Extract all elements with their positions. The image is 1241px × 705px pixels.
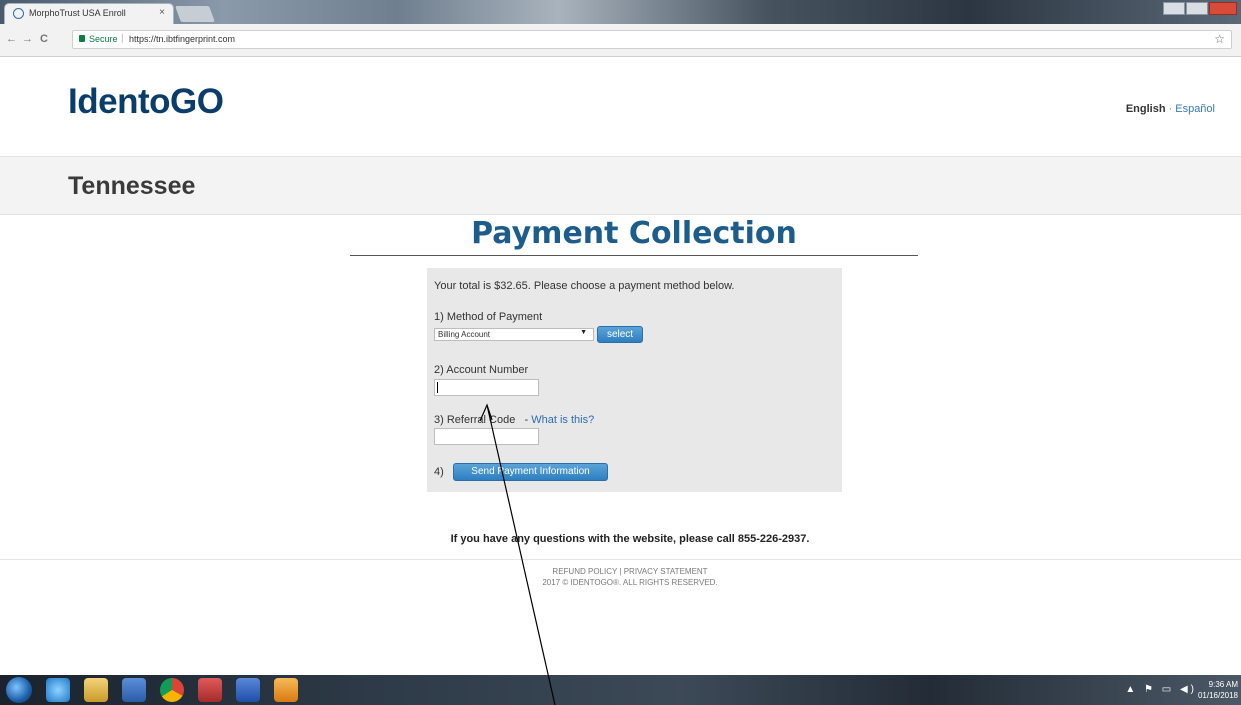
minimize-button[interactable]	[1163, 2, 1185, 15]
send-payment-button[interactable]: Send Payment Information	[453, 463, 608, 481]
select-button[interactable]: select	[597, 326, 643, 343]
internet-explorer-icon[interactable]	[46, 678, 70, 702]
browser-tab[interactable]: MorphoTrust USA Enroll ×	[4, 3, 174, 24]
language-switcher: English · Español	[1126, 103, 1215, 115]
account-number-label: 2) Account Number	[434, 364, 529, 376]
text-caret	[437, 382, 438, 393]
identogo-logo[interactable]: IdentoGO	[68, 82, 224, 122]
windows-taskbar: ▲ ⚑ ▭ ◀) 9:36 AM 01/16/2018	[0, 675, 1241, 705]
chevron-down-icon: ▼	[580, 329, 587, 336]
window-close-button[interactable]	[1209, 2, 1237, 15]
media-player-icon[interactable]	[122, 678, 146, 702]
tab-close-button[interactable]: ×	[159, 7, 165, 18]
window-controls	[1163, 2, 1237, 15]
access-app-icon[interactable]	[198, 678, 222, 702]
referral-code-text: 3) Referral Code	[434, 414, 516, 426]
clock-date: 01/16/2018	[1197, 691, 1238, 700]
state-banner: Tennessee	[0, 156, 1241, 215]
url-input[interactable]: Secure | https://tn.ibtfingerprint.com ☆	[72, 30, 1232, 49]
payment-method-select[interactable]: Billing Account ▼	[434, 328, 594, 341]
what-is-this-link[interactable]: What is this?	[531, 414, 594, 426]
new-tab-button[interactable]	[175, 6, 215, 22]
help-text: If you have any questions with the websi…	[450, 533, 810, 545]
lang-english-link[interactable]: English	[1126, 103, 1166, 115]
forward-button[interactable]: →	[22, 33, 33, 45]
footer-links[interactable]: REFUND POLICY | PRIVACY STATEMENT	[0, 567, 1241, 576]
title-divider	[350, 255, 918, 256]
browser-title-bar: MorphoTrust USA Enroll ×	[0, 0, 1241, 24]
footer-divider	[0, 559, 1241, 560]
payment-form: Your total is $32.65. Please choose a pa…	[427, 268, 842, 492]
referral-dash: -	[524, 414, 529, 426]
step4-label: 4)	[434, 466, 444, 478]
referral-code-label: 3) Referral Code - What is this?	[434, 414, 594, 426]
url-text: https://tn.ibtfingerprint.com	[129, 34, 236, 44]
clock-time: 9:36 AM	[1208, 680, 1238, 689]
total-text: Your total is $32.65. Please choose a pa…	[434, 280, 735, 292]
method-label: 1) Method of Payment	[434, 311, 543, 323]
state-name: Tennessee	[68, 172, 196, 200]
chrome-icon[interactable]	[160, 678, 184, 702]
word-app-icon[interactable]	[236, 678, 260, 702]
reload-button[interactable]: C	[40, 33, 48, 45]
lock-icon	[79, 35, 85, 42]
outlook-app-icon[interactable]	[274, 678, 298, 702]
referral-code-input[interactable]	[434, 428, 539, 445]
page-title: Payment Collection	[471, 216, 797, 251]
taskbar-clock[interactable]: 9:36 AM 01/16/2018	[1198, 679, 1238, 701]
bookmark-star-icon[interactable]: ☆	[1214, 32, 1225, 46]
lang-spanish-link[interactable]: Español	[1175, 103, 1215, 115]
globe-icon	[13, 8, 24, 19]
account-number-input[interactable]	[434, 379, 539, 396]
tab-title: MorphoTrust USA Enroll	[29, 8, 126, 18]
lang-separator: ·	[1168, 103, 1173, 115]
address-bar: ← → C Secure | https://tn.ibtfingerprint…	[0, 24, 1241, 57]
back-button[interactable]: ←	[6, 33, 17, 45]
footer-copyright: 2017 © IDENTOGO®. ALL RIGHTS RESERVED.	[542, 578, 718, 587]
payment-method-value: Billing Account	[438, 330, 491, 339]
file-explorer-icon[interactable]	[84, 678, 108, 702]
secure-label: Secure	[89, 34, 118, 44]
start-button-icon[interactable]	[6, 677, 32, 703]
url-separator: |	[121, 33, 124, 44]
system-tray[interactable]: ▲ ⚑ ▭ ◀)	[1125, 684, 1197, 695]
maximize-button[interactable]	[1186, 2, 1208, 15]
